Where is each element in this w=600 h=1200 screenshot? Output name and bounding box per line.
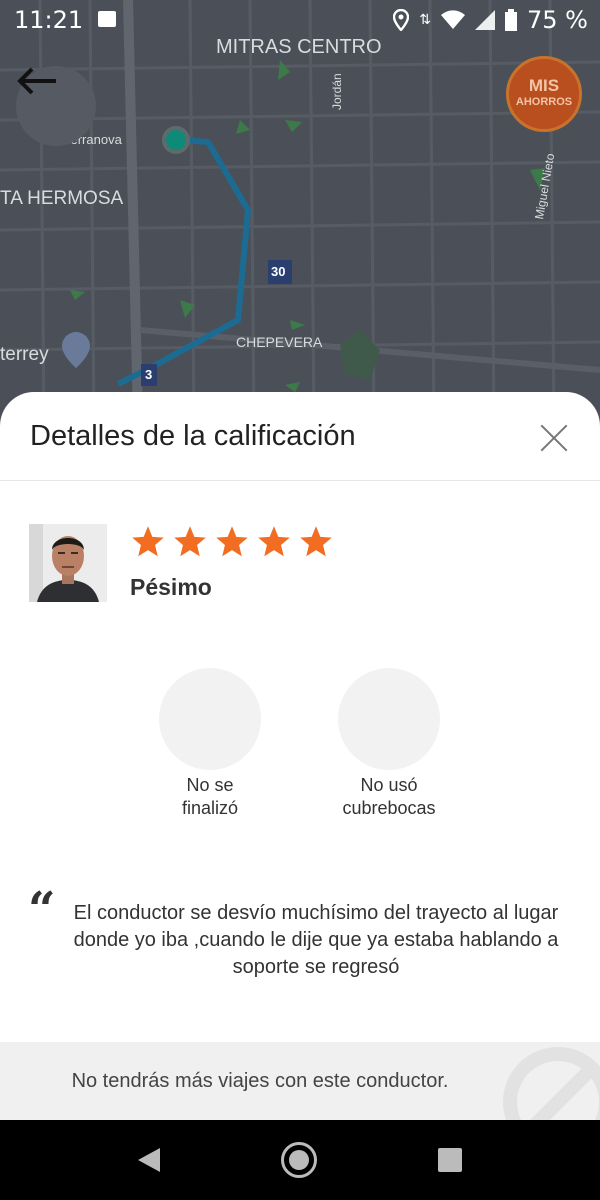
star-icon <box>132 526 164 557</box>
map-label-ta-hermosa: TA HERMOSA <box>0 188 124 209</box>
system-nav-bar <box>0 1120 600 1200</box>
tag-label: No se finalizó <box>181 775 239 818</box>
status-time: 11:21 <box>14 6 84 34</box>
location-icon <box>393 9 410 31</box>
back-button[interactable] <box>16 66 96 146</box>
nav-recents-icon[interactable] <box>438 1148 462 1172</box>
block-icon <box>503 1047 600 1120</box>
signal-icon <box>475 10 496 30</box>
my-savings-button[interactable]: MIS AHORROS <box>506 56 582 132</box>
wifi-icon <box>441 10 466 29</box>
nav-home-icon[interactable] <box>281 1142 317 1178</box>
rating-text: Pésimo <box>130 574 212 600</box>
driver-avatar <box>29 524 107 602</box>
map-label-terrey: terrey <box>0 344 49 365</box>
star-icon <box>300 526 332 557</box>
map-label-route-3: 3 <box>145 367 153 382</box>
arrow-left-icon <box>17 67 56 95</box>
blocked-driver-notice: No tendrás más viajes con este conductor… <box>0 1042 600 1120</box>
status-bar: 11:21 ⇅ 75 % <box>0 0 600 40</box>
map-label-jordan: Jordán <box>330 73 344 110</box>
driver-photo <box>29 524 107 602</box>
image-icon <box>98 11 116 27</box>
map-label-route-30: 30 <box>271 264 286 279</box>
data-arrows-icon: ⇅ <box>419 12 432 28</box>
battery-icon <box>505 9 518 31</box>
savings-label-line1: MIS <box>528 76 560 95</box>
rating-details-sheet: Detalles de la calificación Pésimo No se… <box>0 392 600 1120</box>
rating-stars <box>130 524 334 560</box>
tag-not-finished: No se finalizó <box>130 668 290 820</box>
battery-percent: 75 % <box>527 6 588 34</box>
tag-no-mask: No usó cubrebocas <box>309 668 469 820</box>
star-icon <box>258 526 290 557</box>
star-icon <box>174 526 206 557</box>
tag-label: No usó cubrebocas <box>342 775 436 818</box>
close-icon[interactable] <box>538 422 570 454</box>
nav-back-icon[interactable] <box>136 1146 162 1174</box>
map-background <box>0 0 600 420</box>
quote-icon: “ <box>28 882 56 938</box>
tag-no-mask-icon <box>338 668 440 770</box>
savings-label-line2: AHORROS <box>515 96 573 108</box>
sheet-header: Detalles de la calificación <box>0 392 600 481</box>
map-view[interactable]: MITRAS CENTRO Terranova TA HERMOSA Jordá… <box>0 0 600 420</box>
blocked-driver-text: No tendrás más viajes con este conductor… <box>71 1070 449 1092</box>
tag-not-finished-icon <box>159 668 261 770</box>
rating-comment: El conductor se desvío muchísimo del tra… <box>73 902 559 978</box>
sheet-title: Detalles de la calificación <box>30 420 356 452</box>
map-label-chepevera: CHEPEVERA <box>236 334 323 350</box>
star-icon <box>216 526 248 557</box>
